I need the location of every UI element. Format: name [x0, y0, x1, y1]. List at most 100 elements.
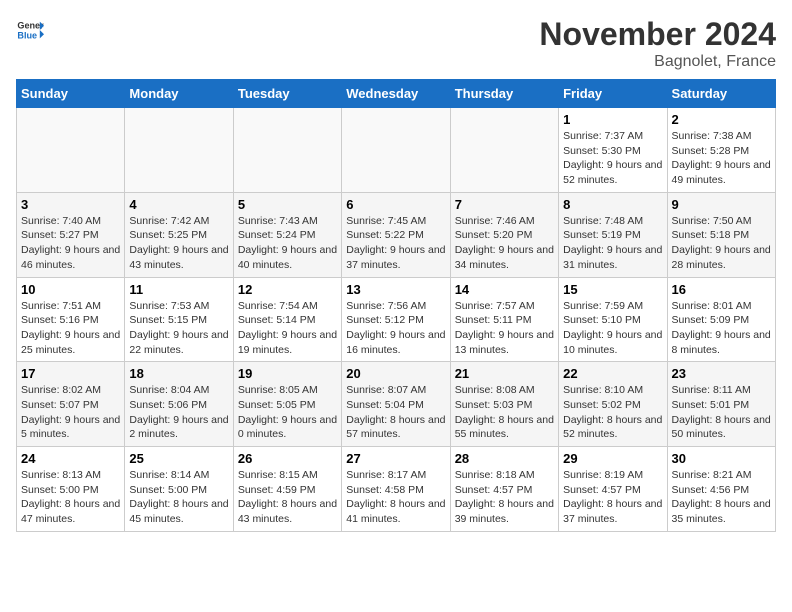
- day-number: 19: [238, 366, 337, 381]
- day-number: 23: [672, 366, 771, 381]
- calendar-cell: 13 Sunrise: 7:56 AM Sunset: 5:12 PM Dayli…: [342, 277, 450, 362]
- weekday-header: Sunday: [17, 80, 125, 108]
- day-number: 27: [346, 451, 445, 466]
- day-info: Sunrise: 7:37 AM Sunset: 5:30 PM Dayligh…: [563, 129, 662, 188]
- day-number: 5: [238, 197, 337, 212]
- location: Bagnolet, France: [539, 53, 776, 71]
- calendar-cell: 22 Sunrise: 8:10 AM Sunset: 5:02 PM Dayli…: [559, 362, 667, 447]
- calendar-cell: 21Sunrise: 8:08 AM Sunset: 5:03 PM Dayli…: [450, 362, 558, 447]
- day-info: Sunrise: 7:45 AM Sunset: 5:22 PM Dayligh…: [346, 214, 445, 273]
- day-number: 15: [563, 282, 662, 297]
- day-number: 3: [21, 197, 120, 212]
- weekday-header: Wednesday: [342, 80, 450, 108]
- calendar-cell: 23 Sunrise: 8:11 AM Sunset: 5:01 PM Dayli…: [667, 362, 775, 447]
- day-number: 28: [455, 451, 554, 466]
- calendar-week-row: 24Sunrise: 8:13 AM Sunset: 5:00 PM Dayli…: [17, 447, 776, 532]
- calendar-cell: 30 Sunrise: 8:21 AM Sunset: 4:56 PM Dayli…: [667, 447, 775, 532]
- calendar-cell: 25 Sunrise: 8:14 AM Sunset: 5:00 PM Dayli…: [125, 447, 233, 532]
- day-number: 26: [238, 451, 337, 466]
- day-info: Sunrise: 8:05 AM Sunset: 5:05 PM Dayligh…: [238, 383, 337, 442]
- calendar-week-row: 3 Sunrise: 7:40 AM Sunset: 5:27 PM Daylig…: [17, 192, 776, 277]
- day-number: 25: [129, 451, 228, 466]
- calendar-table: SundayMondayTuesdayWednesdayThursdayFrid…: [16, 79, 776, 532]
- day-number: 29: [563, 451, 662, 466]
- weekday-header: Tuesday: [233, 80, 341, 108]
- calendar-cell: 29 Sunrise: 8:19 AM Sunset: 4:57 PM Dayli…: [559, 447, 667, 532]
- day-number: 17: [21, 366, 120, 381]
- logo-icon: General Blue: [16, 16, 44, 44]
- month-title: November 2024: [539, 16, 776, 53]
- day-info: Sunrise: 7:43 AM Sunset: 5:24 PM Dayligh…: [238, 214, 337, 273]
- day-info: Sunrise: 7:54 AM Sunset: 5:14 PM Dayligh…: [238, 299, 337, 358]
- svg-text:Blue: Blue: [17, 30, 37, 40]
- calendar-cell: 14 Sunrise: 7:57 AM Sunset: 5:11 PM Dayli…: [450, 277, 558, 362]
- day-number: 24: [21, 451, 120, 466]
- day-info: Sunrise: 8:07 AM Sunset: 5:04 PM Dayligh…: [346, 383, 445, 442]
- day-number: 12: [238, 282, 337, 297]
- day-info: Sunrise: 7:40 AM Sunset: 5:27 PM Dayligh…: [21, 214, 120, 273]
- calendar-cell: 11 Sunrise: 7:53 AM Sunset: 5:15 PM Dayli…: [125, 277, 233, 362]
- page-header: General Blue November 2024 Bagnolet, Fra…: [16, 16, 776, 71]
- day-number: 6: [346, 197, 445, 212]
- day-info: Sunrise: 7:56 AM Sunset: 5:12 PM Dayligh…: [346, 299, 445, 358]
- calendar-cell: [342, 108, 450, 193]
- calendar-cell: 18 Sunrise: 8:04 AM Sunset: 5:06 PM Dayli…: [125, 362, 233, 447]
- calendar-cell: 27Sunrise: 8:17 AM Sunset: 4:58 PM Dayli…: [342, 447, 450, 532]
- calendar-cell: 2Sunrise: 7:38 AM Sunset: 5:28 PM Daylig…: [667, 108, 775, 193]
- day-number: 21: [455, 366, 554, 381]
- calendar-cell: 10 Sunrise: 7:51 AM Sunset: 5:16 PM Dayli…: [17, 277, 125, 362]
- day-info: Sunrise: 8:02 AM Sunset: 5:07 PM Dayligh…: [21, 383, 120, 442]
- day-number: 13: [346, 282, 445, 297]
- day-info: Sunrise: 7:59 AM Sunset: 5:10 PM Dayligh…: [563, 299, 662, 358]
- calendar-cell: 3 Sunrise: 7:40 AM Sunset: 5:27 PM Daylig…: [17, 192, 125, 277]
- calendar-cell: 20 Sunrise: 8:07 AM Sunset: 5:04 PM Dayli…: [342, 362, 450, 447]
- day-info: Sunrise: 7:48 AM Sunset: 5:19 PM Dayligh…: [563, 214, 662, 273]
- calendar-week-row: 10 Sunrise: 7:51 AM Sunset: 5:16 PM Dayli…: [17, 277, 776, 362]
- day-number: 4: [129, 197, 228, 212]
- day-info: Sunrise: 8:01 AM Sunset: 5:09 PM Dayligh…: [672, 299, 771, 358]
- day-number: 22: [563, 366, 662, 381]
- day-info: Sunrise: 7:46 AM Sunset: 5:20 PM Dayligh…: [455, 214, 554, 273]
- calendar-cell: 1Sunrise: 7:37 AM Sunset: 5:30 PM Daylig…: [559, 108, 667, 193]
- weekday-header: Monday: [125, 80, 233, 108]
- day-info: Sunrise: 8:15 AM Sunset: 4:59 PM Dayligh…: [238, 468, 337, 527]
- calendar-cell: [233, 108, 341, 193]
- day-number: 20: [346, 366, 445, 381]
- calendar-cell: [125, 108, 233, 193]
- calendar-cell: 28 Sunrise: 8:18 AM Sunset: 4:57 PM Dayli…: [450, 447, 558, 532]
- calendar-cell: 8 Sunrise: 7:48 AM Sunset: 5:19 PM Daylig…: [559, 192, 667, 277]
- calendar-cell: 6 Sunrise: 7:45 AM Sunset: 5:22 PM Daylig…: [342, 192, 450, 277]
- calendar-week-row: 17 Sunrise: 8:02 AM Sunset: 5:07 PM Dayli…: [17, 362, 776, 447]
- day-info: Sunrise: 8:11 AM Sunset: 5:01 PM Dayligh…: [672, 383, 771, 442]
- day-info: Sunrise: 8:10 AM Sunset: 5:02 PM Dayligh…: [563, 383, 662, 442]
- calendar-cell: 4 Sunrise: 7:42 AM Sunset: 5:25 PM Daylig…: [125, 192, 233, 277]
- day-info: Sunrise: 7:51 AM Sunset: 5:16 PM Dayligh…: [21, 299, 120, 358]
- day-number: 30: [672, 451, 771, 466]
- day-info: Sunrise: 8:18 AM Sunset: 4:57 PM Dayligh…: [455, 468, 554, 527]
- day-number: 16: [672, 282, 771, 297]
- day-info: Sunrise: 8:21 AM Sunset: 4:56 PM Dayligh…: [672, 468, 771, 527]
- day-number: 14: [455, 282, 554, 297]
- day-number: 11: [129, 282, 228, 297]
- calendar-week-row: 1Sunrise: 7:37 AM Sunset: 5:30 PM Daylig…: [17, 108, 776, 193]
- calendar-cell: 5 Sunrise: 7:43 AM Sunset: 5:24 PM Daylig…: [233, 192, 341, 277]
- calendar-cell: 16 Sunrise: 8:01 AM Sunset: 5:09 PM Dayli…: [667, 277, 775, 362]
- day-info: Sunrise: 8:19 AM Sunset: 4:57 PM Dayligh…: [563, 468, 662, 527]
- day-number: 8: [563, 197, 662, 212]
- day-info: Sunrise: 8:14 AM Sunset: 5:00 PM Dayligh…: [129, 468, 228, 527]
- day-number: 18: [129, 366, 228, 381]
- weekday-header: Friday: [559, 80, 667, 108]
- day-info: Sunrise: 7:53 AM Sunset: 5:15 PM Dayligh…: [129, 299, 228, 358]
- calendar-cell: [17, 108, 125, 193]
- day-number: 10: [21, 282, 120, 297]
- title-block: November 2024 Bagnolet, France: [539, 16, 776, 71]
- calendar-cell: 24Sunrise: 8:13 AM Sunset: 5:00 PM Dayli…: [17, 447, 125, 532]
- day-info: Sunrise: 7:42 AM Sunset: 5:25 PM Dayligh…: [129, 214, 228, 273]
- calendar-cell: 19 Sunrise: 8:05 AM Sunset: 5:05 PM Dayli…: [233, 362, 341, 447]
- day-info: Sunrise: 7:57 AM Sunset: 5:11 PM Dayligh…: [455, 299, 554, 358]
- calendar-cell: 7Sunrise: 7:46 AM Sunset: 5:20 PM Daylig…: [450, 192, 558, 277]
- calendar-cell: 17 Sunrise: 8:02 AM Sunset: 5:07 PM Dayli…: [17, 362, 125, 447]
- day-info: Sunrise: 8:04 AM Sunset: 5:06 PM Dayligh…: [129, 383, 228, 442]
- calendar-cell: 26 Sunrise: 8:15 AM Sunset: 4:59 PM Dayli…: [233, 447, 341, 532]
- day-info: Sunrise: 7:50 AM Sunset: 5:18 PM Dayligh…: [672, 214, 771, 273]
